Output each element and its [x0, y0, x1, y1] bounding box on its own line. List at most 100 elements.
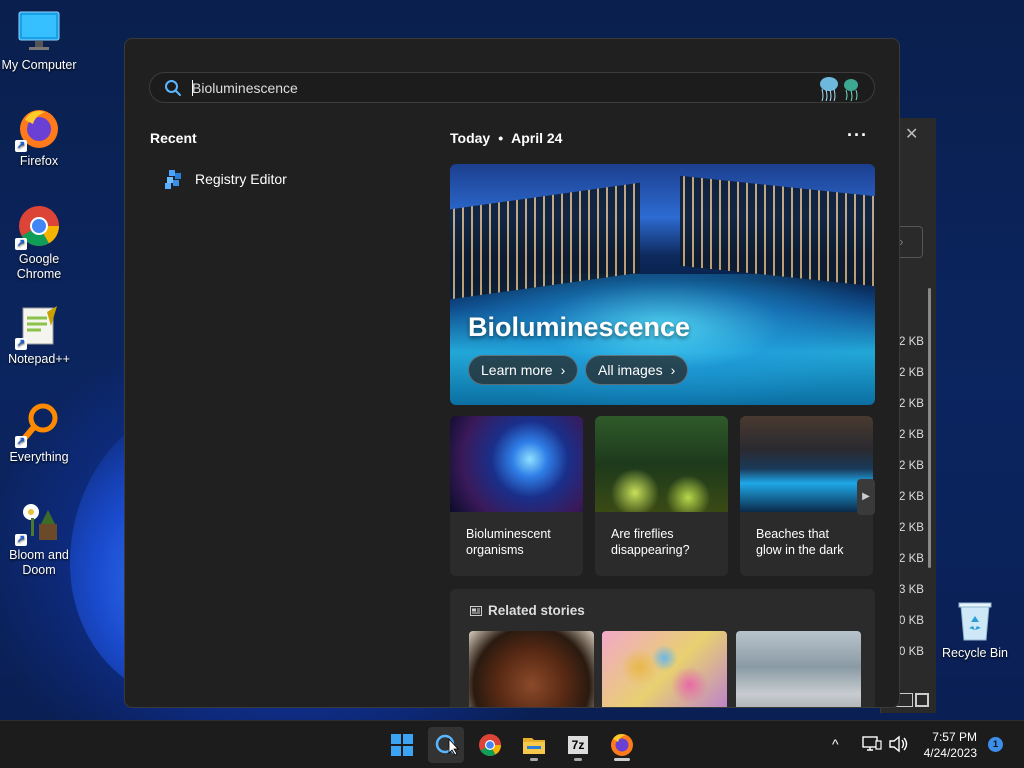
- topic-card[interactable]: Beaches that glow in the dark: [740, 416, 873, 576]
- desktop-icon-label: My Computer: [1, 58, 77, 72]
- related-stories-section: Related stories: [450, 589, 875, 707]
- topic-card-caption: Bioluminescent organisms: [466, 527, 551, 557]
- file-size-cell: 2 KB: [899, 429, 924, 441]
- topic-card[interactable]: Bioluminescent organisms: [450, 416, 583, 576]
- today-header: Today • April 24: [450, 130, 562, 146]
- clock[interactable]: 7:57 PM 4/24/2023: [915, 729, 977, 761]
- recent-item-registry-editor[interactable]: Registry Editor: [163, 168, 287, 190]
- search-icon: [165, 80, 181, 96]
- shortcut-arrow-icon: ↗: [15, 338, 27, 350]
- monitor-icon: [17, 10, 61, 54]
- desktop-icon-label: Notepad++: [8, 352, 70, 366]
- search-icon: [435, 734, 459, 756]
- everything-search-icon: ↗: [15, 402, 61, 448]
- chevron-right-icon: ›: [560, 362, 566, 378]
- desktop-icon-label: Everything: [9, 450, 69, 464]
- 7zip-icon: 7z: [568, 736, 588, 754]
- hero-title: Bioluminescence: [468, 312, 691, 342]
- search-box[interactable]: [149, 72, 875, 103]
- related-stories-heading: Related stories: [470, 603, 585, 618]
- recent-heading: Recent: [150, 130, 197, 146]
- shortcut-arrow-icon: ↗: [15, 534, 27, 546]
- desktop-icon-firefox[interactable]: ↗ Firefox: [1, 106, 77, 169]
- next-arrow-button[interactable]: ▶: [857, 479, 875, 515]
- scrollbar[interactable]: [928, 288, 931, 568]
- running-indicator: [530, 758, 538, 761]
- file-size-cell: 2 KB: [899, 522, 924, 534]
- shortcut-arrow-icon: ↗: [15, 238, 27, 250]
- desktop-icon-recycle-bin[interactable]: Recycle Bin: [937, 598, 1013, 661]
- learn-more-label: Learn more: [481, 362, 553, 378]
- notification-badge[interactable]: 1: [988, 737, 1003, 752]
- learn-more-button[interactable]: Learn more ›: [468, 355, 579, 385]
- related-story-thumbnail[interactable]: [469, 631, 594, 707]
- file-size-cell: 2 KB: [899, 553, 924, 565]
- recycle-bin-icon: [953, 598, 997, 642]
- notepadpp-icon: ↗: [15, 304, 61, 350]
- taskbar-7zip[interactable]: 7z: [560, 727, 596, 763]
- desktop-icon-my-computer[interactable]: My Computer: [1, 10, 77, 73]
- related-stories-label: Related stories: [488, 603, 585, 618]
- close-icon[interactable]: ✕: [905, 124, 918, 144]
- tiles-view-icon[interactable]: [915, 693, 929, 707]
- desktop-icon-notepadpp[interactable]: ↗ Notepad++: [1, 304, 77, 367]
- more-options-icon[interactable]: ···: [847, 125, 868, 146]
- file-size-cell: 3 KB: [899, 584, 924, 596]
- text-caret: [192, 80, 193, 96]
- hero-image-pier: [680, 175, 875, 287]
- bullet-separator: •: [498, 130, 504, 146]
- file-size-cell: 2 KB: [899, 460, 924, 472]
- news-icon: [470, 605, 482, 616]
- tray-chevron-icon[interactable]: ^: [832, 736, 839, 768]
- search-button[interactable]: [428, 727, 464, 763]
- running-indicator: [574, 758, 582, 761]
- glowing-beach-thumbnail: [740, 416, 873, 512]
- topic-card-caption: Beaches that glow in the dark: [756, 527, 844, 557]
- related-story-thumbnail[interactable]: [602, 631, 727, 707]
- taskbar-chrome[interactable]: [472, 727, 508, 763]
- taskbar-firefox[interactable]: [604, 727, 640, 763]
- chevron-right-icon: ›: [670, 362, 676, 378]
- chrome-icon: [479, 734, 501, 756]
- file-size-cell: 2 KB: [899, 336, 924, 348]
- taskbar-file-explorer[interactable]: [516, 727, 552, 763]
- desktop-icon-label: Firefox: [19, 154, 59, 168]
- file-size-cell: 0 KB: [899, 615, 924, 627]
- search-input[interactable]: [192, 77, 792, 99]
- file-size-cell: 0 KB: [899, 646, 924, 658]
- file-size-cell: 2 KB: [899, 491, 924, 503]
- jellyfish-thumbnail: [450, 416, 583, 512]
- all-images-button[interactable]: All images ›: [585, 355, 689, 385]
- start-button[interactable]: [384, 727, 420, 763]
- firefox-icon: ↗: [15, 106, 61, 152]
- file-size-cell: 2 KB: [899, 367, 924, 379]
- clock-time: 7:57 PM: [932, 730, 977, 744]
- windows-logo-icon: [391, 734, 413, 756]
- today-date: April 24: [511, 130, 563, 146]
- search-panel: Recent Registry Editor Today • April 24 …: [124, 38, 900, 708]
- volume-icon[interactable]: [888, 735, 908, 753]
- desktop-icon-chrome[interactable]: ↗ Google Chrome: [1, 204, 77, 282]
- file-size-cell: 2 KB: [899, 398, 924, 410]
- all-images-label: All images: [598, 362, 663, 378]
- shortcut-arrow-icon: ↗: [15, 140, 27, 152]
- desktop-icon-label: Bloom and Doom: [9, 548, 69, 577]
- chrome-icon: ↗: [15, 204, 61, 250]
- desktop-icon-everything[interactable]: ↗ Everything: [1, 402, 77, 465]
- related-story-thumbnail[interactable]: [736, 631, 861, 707]
- desktop-icon-label: Google Chrome: [16, 252, 62, 281]
- fireflies-thumbnail: [595, 416, 728, 512]
- running-indicator: [614, 758, 630, 761]
- topic-card-caption: Are fireflies disappearing?: [611, 527, 690, 557]
- desktop-icon-label: Recycle Bin: [942, 646, 1008, 660]
- registry-editor-icon: [165, 170, 181, 189]
- network-icon[interactable]: [862, 735, 882, 753]
- shortcut-arrow-icon: ↗: [15, 436, 27, 448]
- flower-icon: ↗: [15, 500, 61, 546]
- recent-item-label: Registry Editor: [195, 171, 287, 187]
- today-label: Today: [450, 130, 491, 146]
- hero-card[interactable]: Bioluminescence Learn more › All images …: [450, 164, 875, 405]
- topic-card[interactable]: Are fireflies disappearing?: [595, 416, 728, 576]
- desktop-icon-bloom-and-doom[interactable]: ↗ Bloom and Doom: [1, 500, 77, 578]
- clock-date: 4/24/2023: [923, 746, 977, 760]
